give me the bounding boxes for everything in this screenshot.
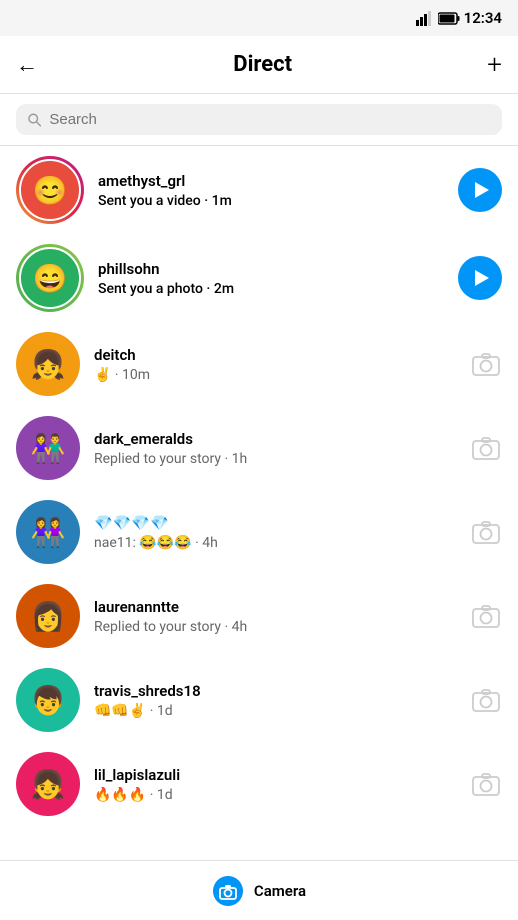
camera-action-icon[interactable] [470,600,502,632]
play-button[interactable] [458,168,502,212]
new-message-button[interactable]: + [487,52,502,78]
message-username: lil_lapislazuli [94,766,456,784]
message-content: 💎💎💎💎 nae11: 😂😂😂 · 4h [94,514,456,551]
camera-action-icon[interactable] [470,768,502,800]
message-action [470,348,502,380]
avatar-wrapper: 👧 [16,752,80,816]
message-action [470,768,502,800]
message-action [470,600,502,632]
avatar-wrapper: 😊 [16,156,84,224]
page-title: Direct [233,52,292,77]
message-content: lil_lapislazuli 🔥🔥🔥 · 1d [94,766,456,803]
message-preview: 🔥🔥🔥 · 1d [94,787,456,803]
camera-action-icon[interactable] [470,684,502,716]
status-time: 12:34 [464,9,502,27]
avatar-wrapper: 👭 [16,500,80,564]
message-username: deitch [94,346,456,364]
header: ← Direct + [0,36,518,94]
camera-action-icon[interactable] [470,432,502,464]
signal-icon [416,10,434,26]
message-item[interactable]: 👫 dark_emeralds Replied to your story · … [0,406,518,490]
message-preview: Replied to your story · 1h [94,451,456,467]
message-item[interactable]: 👧 deitch ✌️ · 10m [0,322,518,406]
message-username: laurenanntte [94,598,456,616]
messages-list: 😊 amethyst_grl Sent you a video · 1m 😄 p… [0,146,518,858]
message-preview: ✌️ · 10m [94,367,456,383]
message-preview: 👊👊✌️ · 1d [94,703,456,719]
message-username: phillsohn [98,260,444,278]
status-icons: 12:34 [416,9,502,27]
camera-label: Camera [254,882,306,900]
battery-icon [438,12,460,25]
bottom-bar-camera[interactable]: Camera [0,860,518,920]
message-action [458,168,502,212]
camera-action-icon[interactable] [470,348,502,380]
message-preview: Sent you a photo · 2m [98,281,444,297]
search-wrapper [16,104,502,135]
avatar-wrapper: 👧 [16,332,80,396]
message-username: 💎💎💎💎 [94,514,456,532]
message-content: travis_shreds18 👊👊✌️ · 1d [94,682,456,719]
avatar-wrapper: 👦 [16,668,80,732]
play-button[interactable] [458,256,502,300]
message-content: amethyst_grl Sent you a video · 1m [98,172,444,209]
message-action [470,684,502,716]
message-content: laurenanntte Replied to your story · 4h [94,598,456,635]
search-container [0,94,518,146]
avatar-wrapper: 👫 [16,416,80,480]
avatar-wrapper: 👩 [16,584,80,648]
message-action [458,256,502,300]
message-item[interactable]: 👭 💎💎💎💎 nae11: 😂😂😂 · 4h [0,490,518,574]
back-button[interactable]: ← [16,52,38,78]
camera-icon [212,875,244,907]
search-input[interactable] [49,111,490,128]
message-action [470,432,502,464]
message-action [470,516,502,548]
avatar-wrapper: 😄 [16,244,84,312]
message-username: amethyst_grl [98,172,444,190]
message-item[interactable]: 😄 phillsohn Sent you a photo · 2m [0,234,518,322]
message-item[interactable]: 👩 laurenanntte Replied to your story · 4… [0,574,518,658]
message-username: dark_emeralds [94,430,456,448]
message-content: deitch ✌️ · 10m [94,346,456,383]
message-content: phillsohn Sent you a photo · 2m [98,260,444,297]
message-preview: Replied to your story · 4h [94,619,456,635]
message-preview: nae11: 😂😂😂 · 4h [94,535,456,551]
message-item[interactable]: 👧 lil_lapislazuli 🔥🔥🔥 · 1d [0,742,518,826]
message-content: dark_emeralds Replied to your story · 1h [94,430,456,467]
search-icon [28,113,41,127]
message-username: travis_shreds18 [94,682,456,700]
message-preview: Sent you a video · 1m [98,193,444,209]
message-item[interactable]: 😊 amethyst_grl Sent you a video · 1m [0,146,518,234]
camera-action-icon[interactable] [470,516,502,548]
message-item[interactable]: 👦 travis_shreds18 👊👊✌️ · 1d [0,658,518,742]
status-bar: 12:34 [0,0,518,36]
